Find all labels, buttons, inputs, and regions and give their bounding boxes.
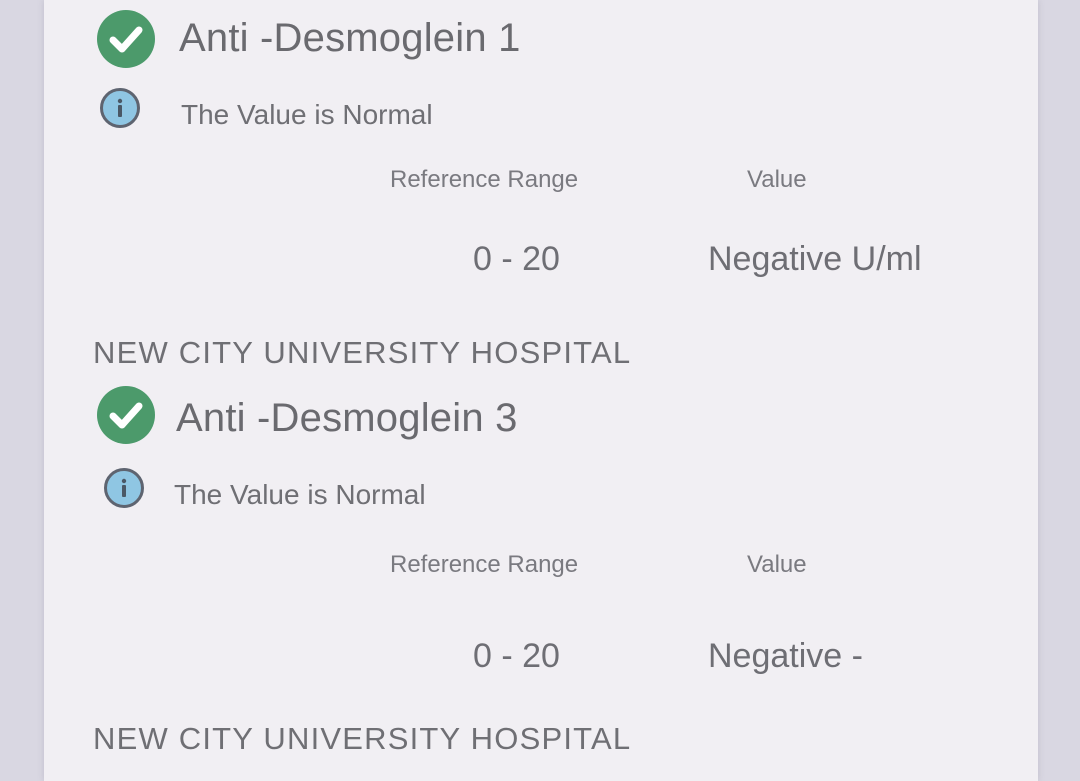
status-text: The Value is Normal xyxy=(174,479,426,510)
lab-name: NEW CITY UNIVERSITY HOSPITAL xyxy=(93,721,632,756)
value-header: Value xyxy=(747,551,807,578)
info-icon[interactable] xyxy=(104,468,144,508)
result-value: Negative U/ml xyxy=(708,240,922,278)
reference-range-value: 0 - 20 xyxy=(473,240,560,278)
reference-range-value: 0 - 20 xyxy=(473,637,560,675)
result-card: Anti -Desmoglein 3 The Value is Normal R… xyxy=(44,386,1038,771)
reference-range-header: Reference Range xyxy=(390,551,579,578)
value-header: Value xyxy=(747,166,807,193)
test-name: Anti -Desmoglein 3 xyxy=(176,396,518,440)
check-circle-icon xyxy=(97,10,155,68)
lab-name: NEW CITY UNIVERSITY HOSPITAL xyxy=(93,335,632,370)
result-card: Anti -Desmoglein 1 The Value is Normal R… xyxy=(44,0,1038,385)
reference-range-header: Reference Range xyxy=(390,166,579,193)
report-sheet: Anti -Desmoglein 1 The Value is Normal R… xyxy=(44,0,1038,781)
status-text: The Value is Normal xyxy=(181,99,433,130)
info-icon[interactable] xyxy=(100,88,140,128)
test-name: Anti -Desmoglein 1 xyxy=(179,16,521,60)
result-value: Negative - xyxy=(708,637,863,675)
check-circle-icon xyxy=(97,386,155,444)
